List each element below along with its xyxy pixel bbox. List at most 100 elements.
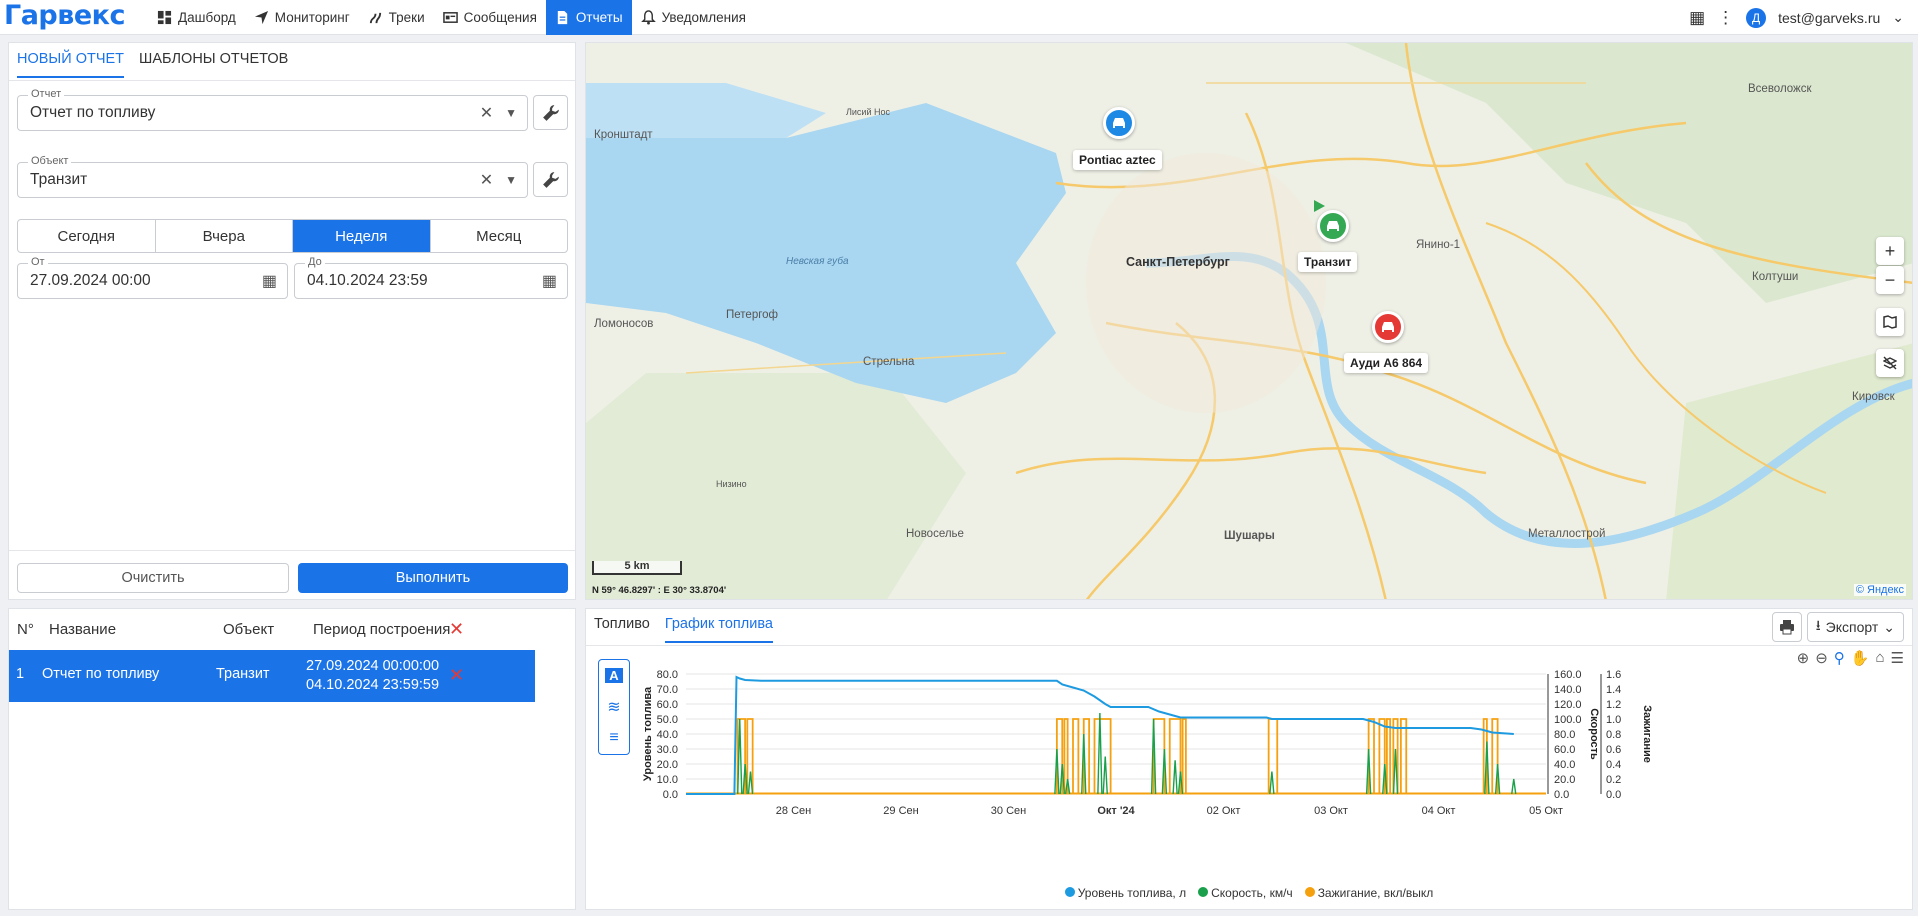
vehicle-marker-tranzit[interactable] — [1317, 210, 1349, 242]
calendar-icon[interactable]: ▦ — [542, 271, 557, 291]
legend-ignition[interactable]: Зажигание, вкл/выкл — [1304, 886, 1433, 900]
fuel-chart[interactable]: 80.0 70.0 60.0 50.0 40.0 30.0 20.0 10.0 0.0 160.0… — [586, 654, 1914, 904]
report-settings-button[interactable] — [533, 95, 568, 130]
dropdown-arrow-icon[interactable]: ▼ — [505, 106, 517, 123]
clear-button[interactable]: Очистить — [17, 563, 289, 593]
dropdown-arrow-icon[interactable]: ▼ — [505, 173, 517, 190]
tab-fuel[interactable]: Топливо — [594, 616, 650, 643]
map-label: Петергоф — [726, 309, 779, 321]
y-right-speed-tick: 100.0 — [1554, 714, 1582, 726]
apps-grid-icon[interactable]: ▦ — [1689, 8, 1705, 28]
nav-monitoring[interactable]: Мониторинг — [245, 0, 359, 35]
avatar[interactable]: Д — [1746, 7, 1767, 28]
period-week[interactable]: Неделя — [293, 220, 431, 252]
delete-row-icon[interactable]: ✕ — [449, 665, 464, 686]
vehicle-marker-audi[interactable] — [1372, 311, 1404, 343]
clear-icon[interactable]: ✕ — [480, 103, 493, 123]
report-select[interactable]: Отчет Отчет по топливу ✕ ▼ — [17, 88, 528, 131]
y-right-ignition-tick: 0.6 — [1606, 744, 1621, 756]
row-period-from: 27.09.2024 00:00:00 — [306, 658, 440, 674]
ignition-pulse — [1072, 718, 1080, 794]
vehicle-label[interactable]: Ауди А6 864 — [1344, 353, 1429, 373]
map-label: Всеволожск — [1748, 83, 1812, 95]
date-from-field[interactable]: От 27.09.2024 00:00 ▦ — [17, 256, 288, 299]
x-tick: 28 Сен — [776, 805, 811, 817]
reports-table-header: N° Название Объект Период построения ✕ — [9, 609, 575, 649]
report-form-panel: НОВЫЙ ОТЧЕТ ШАБЛОНЫ ОТЧЕТОВ Отчет Отчет … — [8, 42, 576, 600]
y-right-ignition-tick: 1.0 — [1606, 714, 1621, 726]
ignition-pulse — [1386, 718, 1392, 794]
vehicle-marker-pontiac[interactable] — [1103, 107, 1135, 139]
zoom-in-button[interactable]: + — [1876, 237, 1904, 265]
nav-messages[interactable]: Сообщения — [434, 0, 546, 35]
map-label: Низино — [716, 479, 747, 489]
print-icon — [1779, 620, 1794, 635]
calendar-icon[interactable]: ▦ — [262, 271, 277, 291]
nav-notifications-label: Уведомления — [661, 10, 746, 25]
run-button[interactable]: Выполнить — [298, 563, 568, 593]
vehicle-label[interactable]: Транзит — [1298, 252, 1358, 272]
object-select[interactable]: Объект Транзит ✕ ▼ — [17, 155, 528, 198]
navigation-icon — [254, 10, 268, 25]
zoom-out-button[interactable]: − — [1876, 266, 1904, 294]
y-right-ignition-tick: 0.4 — [1606, 759, 1621, 771]
map-canvas[interactable] — [586, 43, 1913, 600]
map-label: Шушары — [1224, 530, 1275, 542]
col-name: Название — [49, 621, 117, 638]
map-layers-button[interactable] — [1876, 308, 1904, 336]
speed-spike — [1102, 756, 1108, 795]
traffic-layer-button[interactable] — [1876, 349, 1904, 377]
nav-reports[interactable]: Отчеты — [545, 0, 632, 35]
wrench-icon — [542, 171, 559, 188]
chevron-down-icon[interactable]: ⌄ — [1892, 9, 1904, 26]
map-label: Невская губа — [786, 256, 849, 267]
report-select-value: Отчет по топливу — [30, 104, 156, 121]
y-right-speed-tick: 160.0 — [1554, 669, 1582, 681]
date-to-label: До — [305, 256, 325, 268]
legend-speed-label: Скорость, км/ч — [1211, 886, 1293, 900]
layers-off-icon — [1883, 356, 1897, 370]
more-vert-icon[interactable]: ⋮ — [1717, 8, 1734, 28]
tab-new-report[interactable]: НОВЫЙ ОТЧЕТ — [17, 51, 125, 78]
y-right-ignition-tick: 1.6 — [1606, 669, 1621, 681]
legend-fuel[interactable]: Уровень топлива, л — [1064, 886, 1186, 900]
date-to-field[interactable]: До 04.10.2024 23:59 ▦ — [294, 256, 568, 299]
period-yesterday[interactable]: Вчера — [156, 220, 293, 252]
clear-icon[interactable]: ✕ — [480, 170, 493, 190]
nav-messages-label: Сообщения — [463, 10, 537, 25]
export-button[interactable]: ⭳ Экспорт ⌄ — [1806, 612, 1904, 642]
map-copyright[interactable]: © Яндекс — [1853, 584, 1906, 596]
app-logo[interactable]: Гарвекс — [4, 0, 125, 31]
object-settings-button[interactable] — [533, 162, 568, 197]
y-right-speed-tick: 140.0 — [1554, 684, 1582, 696]
map-icon — [1883, 315, 1897, 329]
nav-tracks[interactable]: Треки — [359, 0, 434, 35]
export-label: Экспорт — [1825, 619, 1879, 635]
vehicle-label[interactable]: Pontiac aztec — [1073, 150, 1162, 170]
period-today[interactable]: Сегодня — [18, 220, 156, 252]
main-nav: Дашборд Мониторинг Треки Сообщения Отчет… — [148, 0, 755, 35]
map-panel[interactable]: Кронштадт Ломоносов Петергоф Стрельна Са… — [585, 42, 1913, 600]
period-month[interactable]: Месяц — [431, 220, 568, 252]
col-period: Период построения — [313, 621, 451, 638]
tab-report-templates[interactable]: ШАБЛОНЫ ОТЧЕТОВ — [139, 51, 288, 78]
row-period-to: 04.10.2024 23:59:59 — [306, 677, 440, 693]
tab-fuel-chart[interactable]: График топлива — [664, 616, 773, 643]
print-button[interactable] — [1771, 612, 1802, 642]
nav-notifications[interactable]: Уведомления — [632, 0, 755, 35]
nav-dashboard[interactable]: Дашборд — [148, 0, 245, 35]
row-object: Транзит — [216, 666, 270, 682]
user-email[interactable]: test@garveks.ru — [1778, 10, 1880, 26]
y-left-tick: 10.0 — [657, 774, 678, 786]
y-left-tick: 70.0 — [657, 684, 678, 696]
chart-legend: Уровень топлива, л Скорость, км/ч Зажига… — [586, 886, 1912, 900]
legend-speed[interactable]: Скорость, км/ч — [1198, 886, 1293, 900]
map-label: Кронштадт — [594, 129, 653, 141]
speed-spike — [1097, 712, 1103, 795]
y-left-tick: 20.0 — [657, 759, 678, 771]
y-right-speed-tick: 120.0 — [1554, 699, 1582, 711]
bell-icon — [640, 10, 656, 25]
x-tick: Окт '24 — [1097, 805, 1135, 817]
delete-all-icon[interactable]: ✕ — [449, 619, 464, 640]
y-left-tick: 0.0 — [663, 789, 678, 801]
